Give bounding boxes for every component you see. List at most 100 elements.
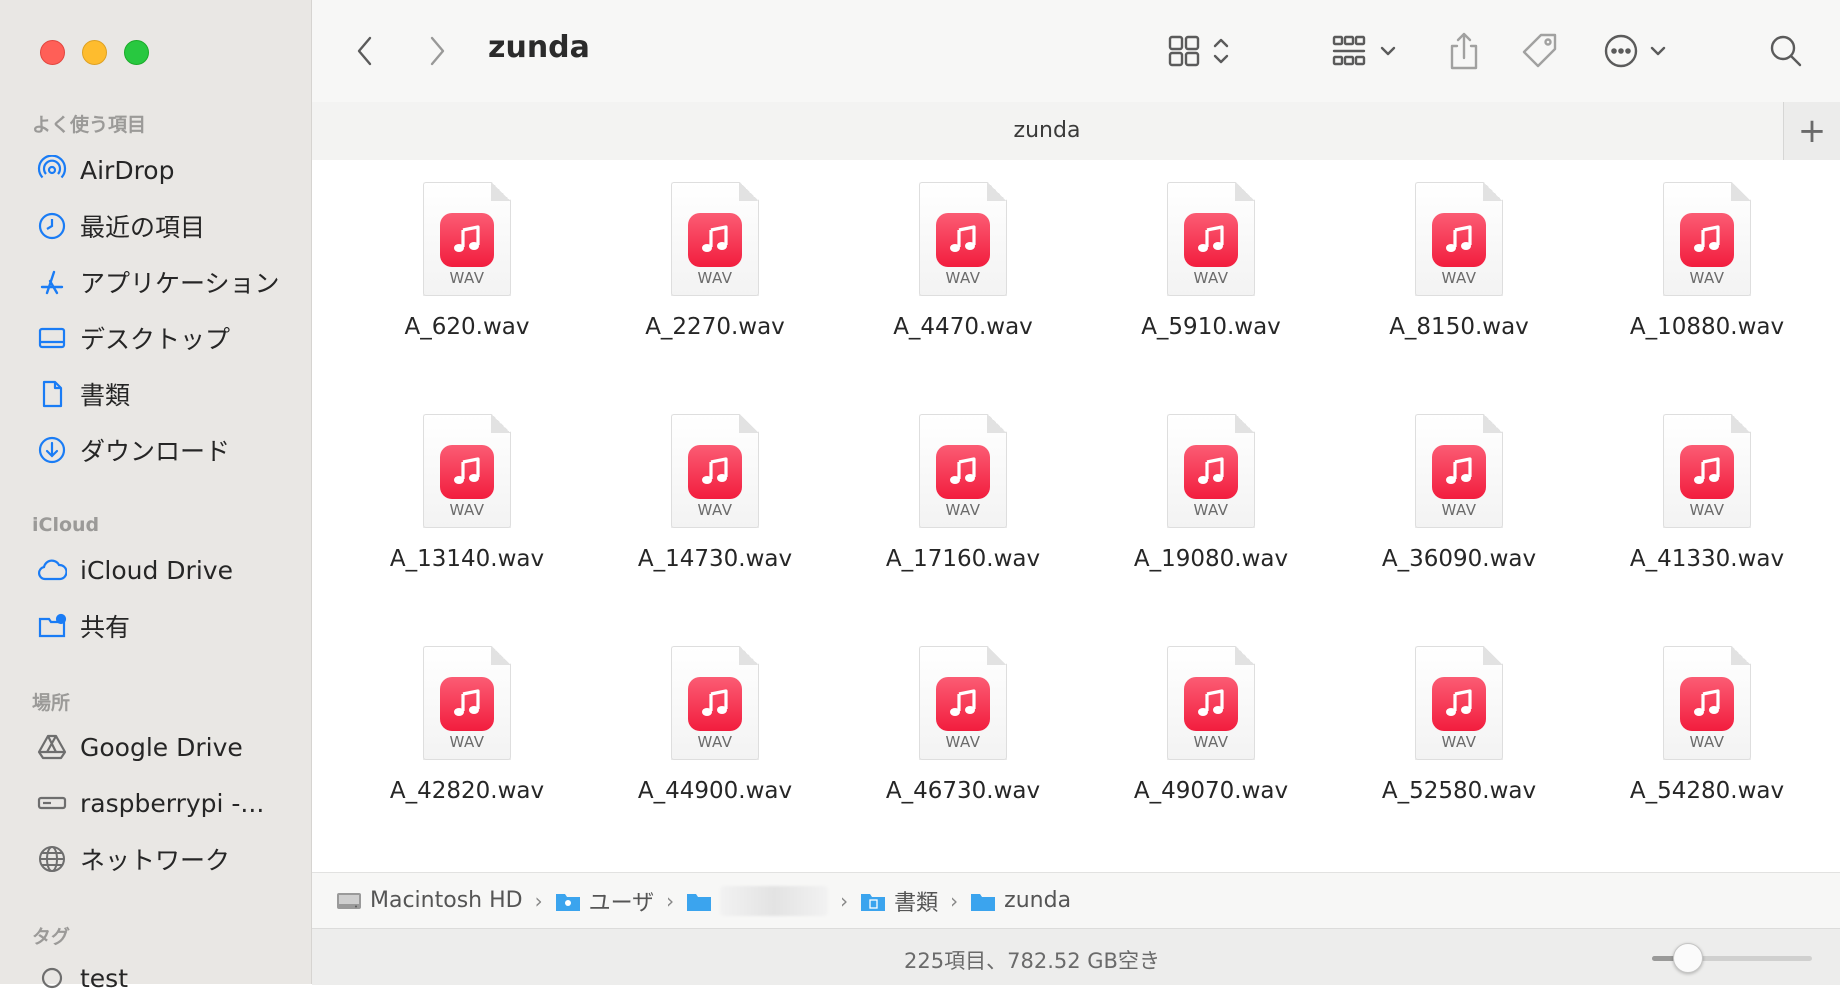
file-item[interactable]: WAV A_41330.wav bbox=[1607, 414, 1807, 572]
sidebar-item-documents[interactable]: 書類 bbox=[36, 376, 130, 412]
sidebar-item-google-drive[interactable]: Google Drive bbox=[36, 729, 243, 765]
file-item[interactable]: WAV A_2270.wav bbox=[615, 182, 815, 340]
sidebar-item-shared[interactable]: 共有 bbox=[36, 608, 130, 644]
file-item[interactable]: WAV A_44900.wav bbox=[615, 646, 815, 804]
file-extension-label: WAV bbox=[1689, 733, 1725, 751]
file-extension-label: WAV bbox=[1441, 733, 1477, 751]
music-note-icon bbox=[1184, 213, 1238, 267]
music-note-icon bbox=[440, 213, 494, 267]
music-note-icon bbox=[1184, 677, 1238, 731]
chevron-left-icon bbox=[357, 36, 372, 66]
sidebar-item-desktop[interactable]: デスクトップ bbox=[36, 320, 230, 356]
sidebar-item-label: ダウンロード bbox=[80, 437, 231, 466]
wav-file-icon: WAV bbox=[423, 414, 511, 528]
file-extension-label: WAV bbox=[697, 269, 733, 287]
sidebar-item-tag-test[interactable]: test bbox=[36, 960, 128, 996]
file-item[interactable]: WAV A_17160.wav bbox=[863, 414, 1063, 572]
sidebar-item-icloud-drive[interactable]: iCloud Drive bbox=[36, 552, 233, 588]
file-item[interactable]: WAV A_5910.wav bbox=[1111, 182, 1311, 340]
crumb-macintosh-hd[interactable]: Macintosh HD bbox=[336, 888, 523, 913]
view-mode-button[interactable] bbox=[1166, 30, 1240, 72]
wav-file-icon: WAV bbox=[919, 414, 1007, 528]
window-title: zunda bbox=[488, 30, 590, 65]
music-note-icon bbox=[1432, 677, 1486, 731]
crumb-users[interactable]: ユーザ bbox=[555, 885, 654, 917]
wav-file-icon: WAV bbox=[1415, 414, 1503, 528]
slider-knob[interactable] bbox=[1673, 943, 1704, 973]
file-grid: WAV A_620.wav WAV A_2270.wav WAV A_4470.wav WA… bbox=[312, 160, 1840, 872]
network-icon bbox=[36, 843, 68, 875]
sidebar-item-airdrop[interactable]: AirDrop bbox=[36, 152, 174, 188]
minimize-window-button[interactable] bbox=[82, 40, 107, 65]
zoom-window-button[interactable] bbox=[124, 40, 149, 65]
chevron-right-icon bbox=[430, 36, 445, 66]
music-note-icon bbox=[1680, 213, 1734, 267]
hard-drive-icon bbox=[337, 892, 361, 909]
close-window-button[interactable] bbox=[40, 40, 65, 65]
file-item[interactable]: WAV A_36090.wav bbox=[1359, 414, 1559, 572]
window-controls bbox=[40, 40, 149, 65]
path-bar: Macintosh HD › ユーザ › › 書類 › zunda bbox=[312, 872, 1840, 928]
wav-file-icon: WAV bbox=[671, 414, 759, 528]
back-button[interactable] bbox=[350, 32, 380, 70]
music-note-icon bbox=[1432, 213, 1486, 267]
wav-file-icon: WAV bbox=[671, 182, 759, 296]
file-item[interactable]: WAV A_10880.wav bbox=[1607, 182, 1807, 340]
sidebar-item-applications[interactable]: アプリケーション bbox=[36, 264, 280, 300]
music-note-icon bbox=[1680, 677, 1734, 731]
music-note-icon bbox=[688, 445, 742, 499]
tab-bar: zunda + bbox=[312, 102, 1840, 161]
crumb-documents[interactable]: 書類 bbox=[860, 885, 938, 917]
file-item[interactable]: WAV A_46730.wav bbox=[863, 646, 1063, 804]
tab-zunda[interactable]: zunda bbox=[312, 118, 1782, 143]
home-folder-icon bbox=[687, 893, 712, 911]
music-note-icon bbox=[440, 677, 494, 731]
crumb-zunda[interactable]: zunda bbox=[970, 888, 1071, 913]
download-icon bbox=[36, 434, 68, 466]
sidebar-heading-tags: タグ bbox=[32, 926, 71, 948]
file-item[interactable]: WAV A_19080.wav bbox=[1111, 414, 1311, 572]
sidebar-item-label: 最近の項目 bbox=[80, 213, 206, 242]
wav-file-icon: WAV bbox=[423, 182, 511, 296]
wav-file-icon: WAV bbox=[423, 646, 511, 760]
share-icon bbox=[1450, 32, 1478, 70]
sidebar-item-network[interactable]: ネットワーク bbox=[36, 841, 230, 877]
group-by-button[interactable] bbox=[1330, 30, 1404, 72]
file-name: A_14730.wav bbox=[637, 546, 793, 572]
file-name: A_10880.wav bbox=[1629, 314, 1785, 340]
file-item[interactable]: WAV A_52580.wav bbox=[1359, 646, 1559, 804]
users-folder-icon bbox=[555, 893, 580, 911]
ellipsis-circle-icon bbox=[1604, 34, 1666, 68]
crumb-user-home[interactable] bbox=[686, 885, 829, 916]
sidebar-item-downloads[interactable]: ダウンロード bbox=[36, 432, 230, 468]
icon-grid-view-icon bbox=[1168, 35, 1229, 67]
wav-file-icon: WAV bbox=[1167, 646, 1255, 760]
more-actions-button[interactable] bbox=[1602, 28, 1674, 74]
file-item[interactable]: WAV A_8150.wav bbox=[1359, 182, 1559, 340]
tags-button[interactable] bbox=[1518, 28, 1562, 74]
sidebar-item-raspberrypi[interactable]: raspberrypi -... bbox=[36, 785, 264, 821]
sidebar-item-recents[interactable]: 最近の項目 bbox=[36, 208, 205, 244]
share-button[interactable] bbox=[1444, 28, 1484, 74]
new-tab-button[interactable]: + bbox=[1783, 102, 1840, 160]
file-name: A_17160.wav bbox=[885, 546, 1041, 572]
search-button[interactable] bbox=[1764, 28, 1808, 74]
file-item[interactable]: WAV A_13140.wav bbox=[367, 414, 567, 572]
file-item[interactable]: WAV A_42820.wav bbox=[367, 646, 567, 804]
toolbar: zunda bbox=[312, 0, 1840, 102]
file-item[interactable]: WAV A_620.wav bbox=[367, 182, 567, 340]
file-name: A_44900.wav bbox=[637, 778, 793, 804]
file-item[interactable]: WAV A_49070.wav bbox=[1111, 646, 1311, 804]
redacted-username bbox=[720, 885, 829, 916]
file-item[interactable]: WAV A_4470.wav bbox=[863, 182, 1063, 340]
documents-folder-icon bbox=[861, 893, 886, 911]
wav-file-icon: WAV bbox=[919, 646, 1007, 760]
file-extension-label: WAV bbox=[1193, 733, 1229, 751]
forward-button[interactable] bbox=[422, 32, 452, 70]
wav-file-icon: WAV bbox=[1663, 414, 1751, 528]
file-name: A_2270.wav bbox=[645, 314, 785, 340]
file-item[interactable]: WAV A_54280.wav bbox=[1607, 646, 1807, 804]
file-item[interactable]: WAV A_14730.wav bbox=[615, 414, 815, 572]
music-note-icon bbox=[936, 445, 990, 499]
file-name: A_19080.wav bbox=[1133, 546, 1289, 572]
